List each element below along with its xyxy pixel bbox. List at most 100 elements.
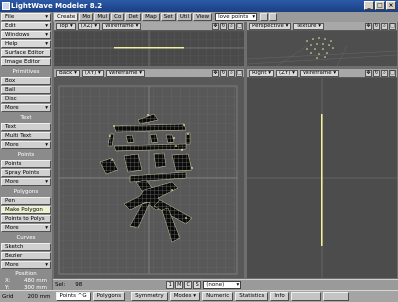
display-options-button[interactable] — [290, 292, 321, 301]
points-mode-button[interactable]: Points ^G — [55, 292, 91, 301]
layer-button-c[interactable]: C — [184, 281, 193, 289]
axis-dropdown[interactable]: (XZ) — [77, 22, 101, 30]
move-view-icon[interactable]: ✥ — [365, 69, 372, 77]
multi-text-button[interactable]: Multi Text — [1, 132, 51, 140]
move-view-icon[interactable]: ✥ — [212, 69, 219, 77]
group-title: Curves — [16, 235, 36, 241]
pen-button[interactable]: Pen — [1, 197, 51, 205]
layer-button-s[interactable]: S — [193, 281, 202, 289]
axis-dropdown[interactable]: (XY) — [81, 69, 104, 77]
extra-options-button[interactable] — [322, 292, 349, 301]
rotate-view-icon[interactable]: ↻ — [220, 69, 227, 77]
top-points — [114, 47, 184, 49]
axis-dropdown[interactable]: (ZY) — [276, 69, 298, 77]
view-type-dropdown[interactable]: Back — [56, 69, 80, 77]
render-mode-dropdown[interactable]: Texture — [293, 22, 325, 30]
maximize-button[interactable]: □ — [375, 1, 385, 10]
back-viewport[interactable]: Back (XY) Wireframe ✥ ↻ ⌕ □ — [54, 69, 244, 278]
zoom-view-icon[interactable]: ⌕ — [228, 22, 235, 30]
numeric-button[interactable]: Numeric — [202, 292, 234, 301]
tab-setup[interactable]: Set — [160, 13, 176, 21]
help-menu[interactable]: Help — [1, 40, 51, 48]
symmetry-button[interactable]: Symmetry — [131, 292, 168, 301]
make-polygon-button[interactable]: Make Polygon — [1, 206, 51, 214]
top-viewport[interactable]: Top (XZ) Wireframe ✥ ↻ ⌕ □ — [54, 22, 244, 66]
render-mode-dropdown[interactable]: Wireframe — [299, 69, 340, 77]
bezier-button[interactable]: Bezier — [1, 252, 51, 260]
right-viewport[interactable]: Right (ZY) Wireframe ✥ ↻ ⌕ □ — [247, 69, 397, 278]
tab-modify[interactable]: Mo — [79, 13, 94, 21]
layout-icon[interactable] — [260, 13, 269, 21]
info-button[interactable]: Info — [270, 292, 289, 301]
points-more-button[interactable]: More — [1, 178, 51, 186]
spray-points-button[interactable]: Spray Points — [1, 169, 51, 177]
zoom-view-icon[interactable]: ⌕ — [228, 69, 235, 77]
polygons-mode-button[interactable]: Polygons — [92, 292, 126, 301]
vertex-map-dropdown[interactable]: (none) — [203, 281, 242, 289]
polygons-group: Polygons Pen Make Polygon Points to Poly… — [1, 189, 51, 232]
rotate-view-icon[interactable]: ↻ — [373, 22, 380, 30]
render-mode-dropdown[interactable]: Wireframe — [105, 69, 146, 77]
maximize-view-icon[interactable]: □ — [236, 22, 243, 30]
primitives-more-button[interactable]: More — [1, 104, 51, 112]
tab-construct[interactable]: Co — [111, 13, 125, 21]
rotate-view-icon[interactable]: ↻ — [220, 22, 227, 30]
sketch-button[interactable]: Sketch — [1, 243, 51, 251]
app-icon — [2, 2, 10, 10]
rotate-view-icon[interactable]: ↻ — [373, 69, 380, 77]
points-to-polys-button[interactable]: Points to Polys — [1, 215, 51, 223]
file-menu[interactable]: File — [1, 13, 51, 21]
layer-button-1[interactable]: 1 — [166, 281, 175, 289]
modes-dropdown[interactable]: Modes — [169, 292, 201, 301]
viewport-canvas[interactable] — [247, 31, 397, 66]
image-editor-button[interactable]: Image Editor — [1, 58, 51, 66]
curves-group: Curves Sketch Bezier More — [1, 235, 51, 269]
x-value: 480 mm — [24, 278, 47, 284]
view-type-dropdown[interactable]: Right — [249, 69, 274, 77]
ball-button[interactable]: Ball — [1, 86, 51, 94]
viewport-canvas[interactable] — [54, 31, 244, 66]
preferences-icon[interactable] — [269, 13, 278, 21]
points-mode-label: Points — [59, 293, 77, 299]
windows-menu[interactable]: Windows — [1, 31, 51, 39]
curves-more-button[interactable]: More — [1, 261, 51, 269]
text-button[interactable]: Text — [1, 123, 51, 131]
tab-utilities[interactable]: Util — [176, 13, 193, 21]
tab-create[interactable]: Create — [54, 13, 79, 21]
viewport-canvas[interactable] — [54, 78, 244, 278]
tab-view[interactable]: View — [193, 13, 213, 21]
tab-map[interactable]: Map — [142, 13, 160, 21]
x-label: X: — [5, 278, 11, 284]
render-mode-dropdown[interactable]: Wireframe — [102, 22, 142, 30]
text-more-button[interactable]: More — [1, 141, 51, 149]
primitives-group: Primitives Box Ball Disc More — [1, 69, 51, 112]
box-button[interactable]: Box — [1, 77, 51, 85]
maximize-view-icon[interactable]: □ — [236, 69, 243, 77]
statistics-button[interactable]: Statistics — [235, 292, 269, 301]
selection-set-dropdown[interactable]: love points — [215, 13, 258, 21]
points-button[interactable]: Points — [1, 160, 51, 168]
zoom-view-icon[interactable]: ⌕ — [381, 69, 388, 77]
selection-count: 98 — [75, 282, 83, 288]
group-title: Polygons — [13, 189, 39, 195]
maximize-view-icon[interactable]: □ — [389, 22, 396, 30]
view-type-dropdown[interactable]: Perspective — [249, 22, 292, 30]
perspective-viewport[interactable]: Perspective Texture ✥ ↻ ⌕ □ — [247, 22, 397, 66]
polygons-more-button[interactable]: More — [1, 224, 51, 232]
tab-detail[interactable]: Det — [125, 13, 142, 21]
maximize-view-icon[interactable]: □ — [389, 69, 396, 77]
layer-button-m[interactable]: M — [175, 281, 184, 289]
move-view-icon[interactable]: ✥ — [212, 22, 219, 30]
disc-button[interactable]: Disc — [1, 95, 51, 103]
tab-multiply[interactable]: Mul — [94, 13, 111, 21]
edit-menu[interactable]: Edit — [1, 22, 51, 30]
close-button[interactable]: × — [386, 1, 396, 10]
status-bar: Sel: 98 1 M C S (none) — [53, 279, 398, 290]
tool-tabs: Create Mo Mul Co Det Map Set Util View l… — [53, 12, 398, 22]
surface-editor-button[interactable]: Surface Editor — [1, 49, 51, 57]
zoom-view-icon[interactable]: ⌕ — [381, 22, 388, 30]
minimize-button[interactable]: _ — [364, 1, 374, 10]
view-type-dropdown[interactable]: Top — [56, 22, 76, 30]
viewport-canvas[interactable] — [247, 78, 397, 278]
move-view-icon[interactable]: ✥ — [365, 22, 372, 30]
